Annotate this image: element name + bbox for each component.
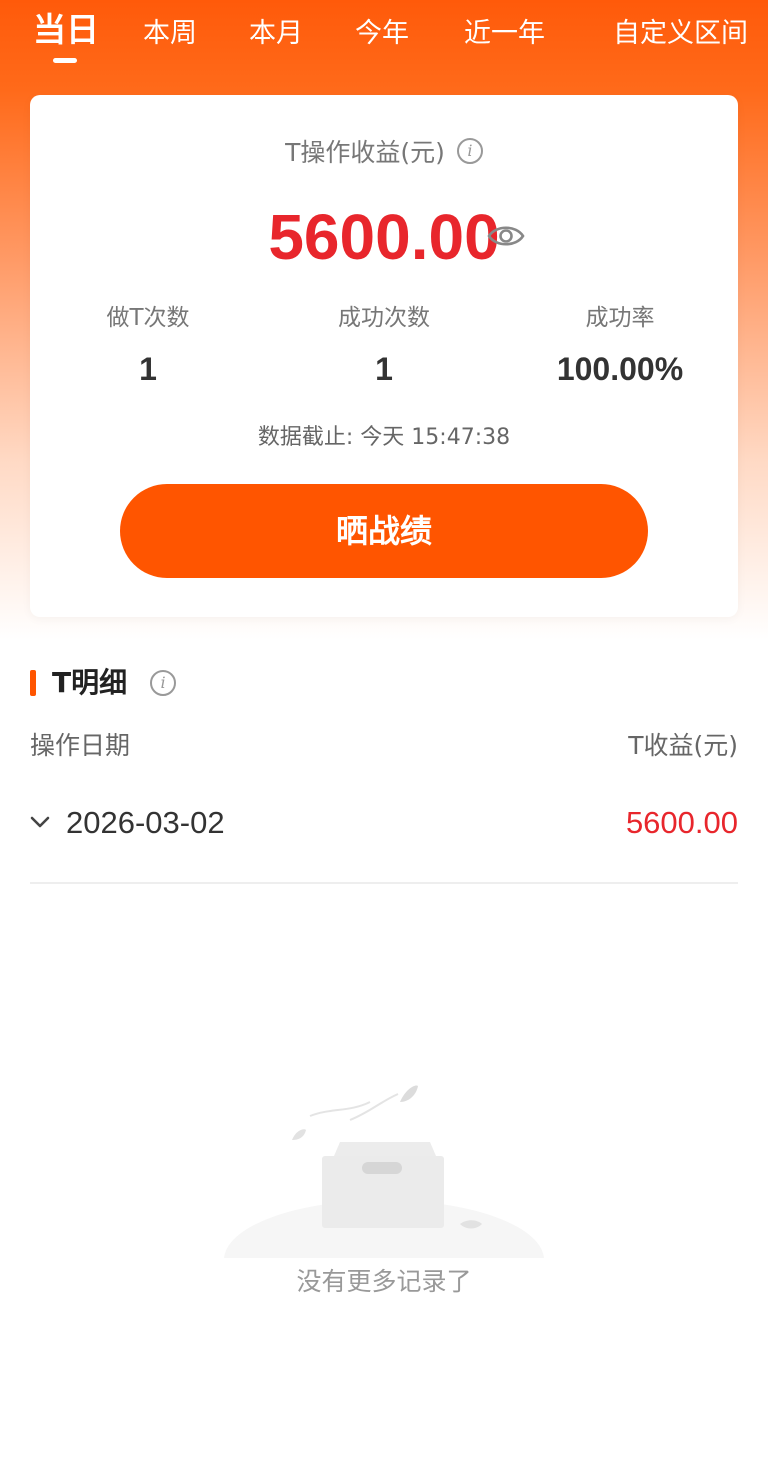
- period-tabs: 当日 本周 本月 今年 近一年 自定义区间: [0, 0, 768, 80]
- tab-this-week[interactable]: 本周: [143, 14, 197, 54]
- section-accent-bar: [30, 670, 36, 696]
- table-row[interactable]: 2026-03-02 5600.00: [30, 790, 738, 860]
- divider: [30, 882, 738, 884]
- stat-label-t-count: 做T次数: [106, 305, 190, 331]
- info-icon[interactable]: i: [456, 138, 483, 164]
- column-header-date: 操作日期: [30, 731, 131, 760]
- row-date: 2026-03-02: [66, 805, 225, 840]
- summary-title: T操作收益(元): [285, 138, 445, 167]
- detail-title: T明细: [52, 666, 128, 699]
- tab-this-month[interactable]: 本月: [249, 14, 303, 54]
- detail-info-icon[interactable]: i: [150, 670, 176, 696]
- share-results-button[interactable]: 晒战绩: [120, 484, 648, 578]
- summary-card: T操作收益(元) i 5600.00 做T次数 1 成功次数 1 成功率 100.…: [30, 95, 738, 617]
- active-tab-indicator: [53, 58, 77, 63]
- stat-value-success-count: 1: [375, 351, 393, 387]
- eye-icon[interactable]: [486, 219, 526, 253]
- stat-label-success-count: 成功次数: [338, 305, 430, 331]
- empty-box-illustration: [220, 1085, 548, 1272]
- summary-title-row: T操作收益(元) i: [30, 133, 738, 173]
- tab-this-year[interactable]: 今年: [355, 14, 409, 54]
- tab-last-year[interactable]: 近一年: [464, 14, 545, 54]
- stat-value-success-rate: 100.00%: [556, 351, 684, 387]
- detail-section-header: T明细 i: [30, 664, 430, 704]
- stat-value-t-count: 1: [139, 351, 157, 387]
- data-updated-time: 数据截止: 今天 15:47:38: [257, 425, 511, 450]
- tab-today[interactable]: 当日: [33, 10, 99, 50]
- chevron-down-icon[interactable]: [30, 812, 50, 832]
- row-profit: 5600.00: [625, 805, 738, 840]
- tab-custom-range[interactable]: 自定义区间: [613, 14, 748, 54]
- profit-amount: 5600.00: [268, 201, 500, 273]
- no-more-records-text: 没有更多记录了: [296, 1267, 472, 1296]
- column-header-profit: T收益(元): [628, 731, 738, 760]
- stat-label-success-rate: 成功率: [585, 305, 655, 331]
